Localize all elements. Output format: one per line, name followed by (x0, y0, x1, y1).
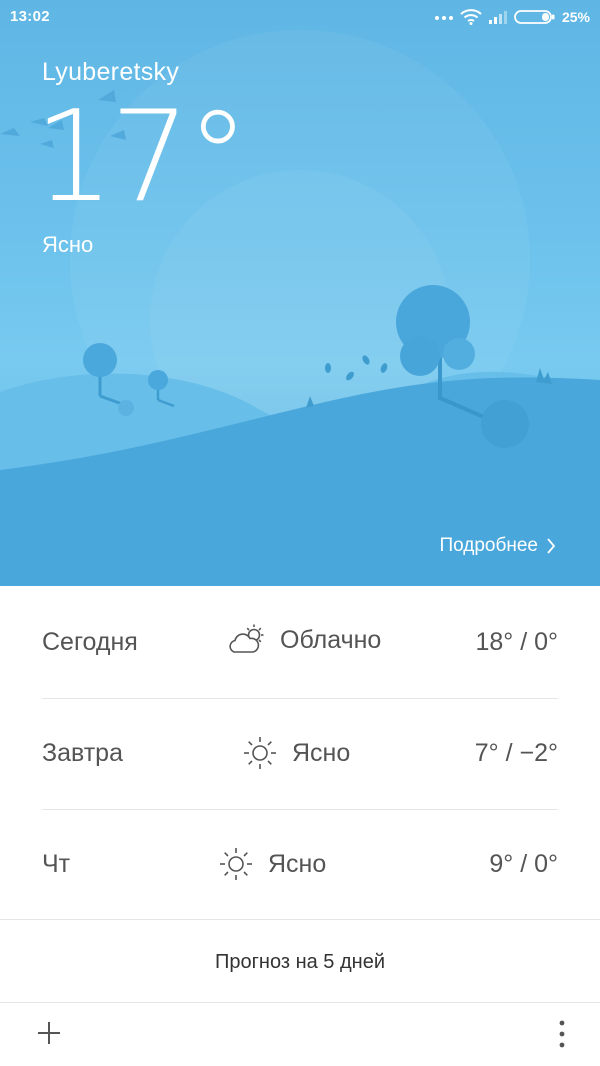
wifi-icon (460, 9, 482, 25)
bottom-bar (0, 1003, 600, 1066)
battery-percent: 25% (561, 9, 590, 25)
current-temperature: 17° (34, 83, 249, 230)
chevron-right-icon (547, 538, 556, 554)
forecast-condition-label: Облачно (280, 625, 382, 654)
sun-icon (220, 848, 252, 880)
plus-icon[interactable] (35, 1019, 63, 1047)
sun-icon (244, 737, 276, 769)
forecast-condition: Ясно (242, 735, 350, 771)
signal-icon (488, 11, 507, 24)
vertical-dots-icon[interactable] (548, 1017, 576, 1051)
details-link-label: Подробнее (439, 535, 538, 556)
partly-cloudy-icon (229, 624, 264, 653)
battery-icon (514, 10, 555, 24)
forecast-temp-range: 9° / 0° (489, 850, 558, 878)
forecast-condition: Облачно (228, 624, 381, 656)
forecast-row-thursday[interactable]: Чт Ясно 9° / 0° (42, 810, 558, 920)
forecast-row-tomorrow[interactable]: Завтра Ясно 7° / −2° (42, 699, 558, 810)
more-dots-icon (434, 16, 453, 20)
five-day-forecast-button[interactable]: Прогноз на 5 дней (0, 920, 600, 1002)
current-condition: Ясно (42, 232, 94, 257)
forecast-day: Чт (42, 850, 71, 878)
forecast-temp-range: 7° / −2° (474, 739, 558, 767)
forecast-list: Сегодня Облачно 18° / 0° Завтра Ясно 7° … (42, 588, 558, 920)
forecast-condition-label: Ясно (268, 849, 327, 878)
status-time: 13:02 (10, 8, 50, 25)
forecast-day: Сегодня (42, 628, 138, 656)
forecast-day: Завтра (42, 739, 123, 767)
details-link[interactable]: Подробнее (439, 535, 556, 557)
status-bar: 13:02 25% (0, 0, 600, 34)
forecast-temp-range: 18° / 0° (475, 628, 558, 656)
forecast-condition: Ясно (218, 846, 326, 882)
forecast-condition-label: Ясно (292, 738, 351, 767)
status-icons: 25% (434, 6, 590, 28)
forecast-row-today[interactable]: Сегодня Облачно 18° / 0° (42, 588, 558, 699)
